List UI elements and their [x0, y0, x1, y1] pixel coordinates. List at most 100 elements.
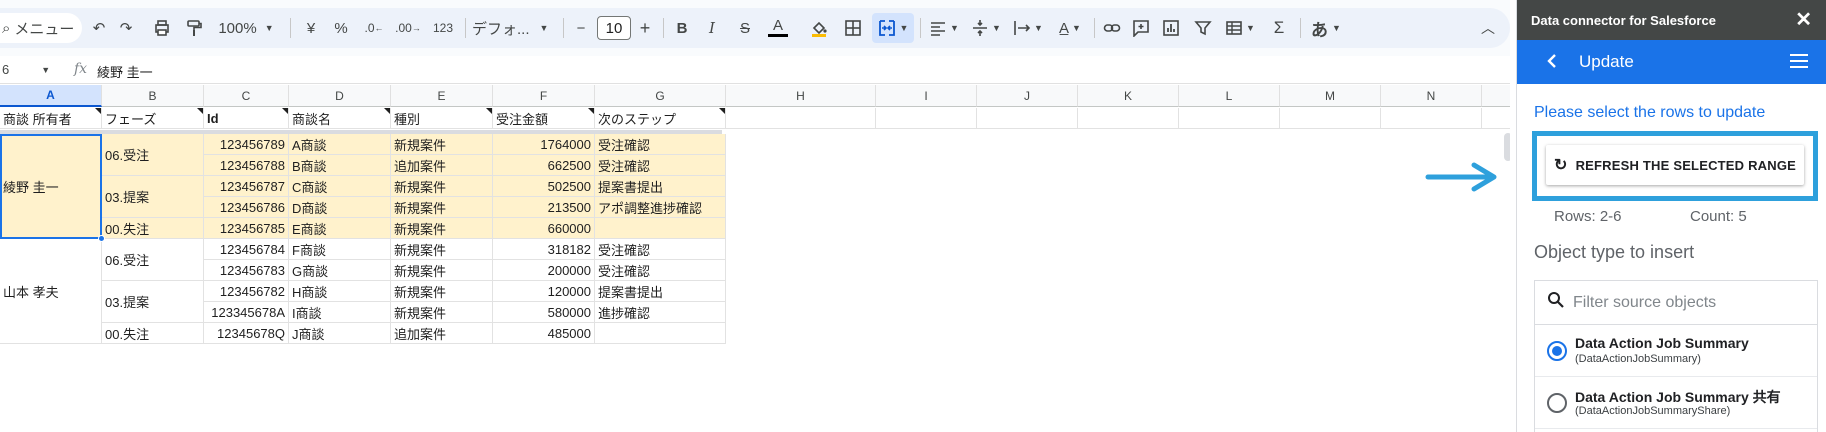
radio-selected[interactable] — [1547, 341, 1567, 361]
amount-cell[interactable]: 120000 — [493, 281, 595, 302]
name-cell[interactable]: F商談 — [289, 239, 391, 260]
amount-cell[interactable]: 660000 — [493, 218, 595, 239]
column-header-j[interactable]: J — [977, 85, 1078, 107]
phase-cell[interactable]: 00.失注 — [102, 323, 204, 344]
name-cell[interactable]: J商談 — [289, 323, 391, 344]
next-step-cell[interactable]: 受注確認 — [595, 260, 726, 281]
currency-format-button[interactable]: ¥ — [300, 8, 322, 48]
header-cell[interactable]: 次のステップ — [595, 108, 726, 129]
column-header-e[interactable]: E — [391, 85, 493, 107]
empty-cell[interactable] — [977, 108, 1078, 129]
fill-color-icon[interactable] — [806, 8, 832, 48]
empty-cell[interactable] — [1381, 108, 1482, 129]
amount-cell[interactable]: 213500 — [493, 197, 595, 218]
type-cell[interactable]: 新規案件 — [391, 281, 493, 302]
amount-cell[interactable]: 200000 — [493, 260, 595, 281]
menu-search[interactable]: ⌕ メニュー — [0, 13, 82, 43]
collapse-toolbar-icon[interactable]: ︿ — [1476, 8, 1500, 48]
empty-cell[interactable] — [1179, 108, 1280, 129]
decrease-font-size-button[interactable]: − — [570, 8, 592, 48]
refresh-range-button[interactable]: ↻ REFRESH THE SELECTED RANGE — [1546, 145, 1804, 185]
column-header-a[interactable]: A — [0, 85, 102, 107]
id-cell[interactable]: 123456787 — [204, 176, 289, 197]
id-cell[interactable]: 123456785 — [204, 218, 289, 239]
insert-comment-icon[interactable] — [1128, 8, 1154, 48]
id-cell[interactable]: 123456788 — [204, 155, 289, 176]
type-cell[interactable]: 新規案件 — [391, 239, 493, 260]
header-cell[interactable]: 商談 所有者 — [0, 108, 102, 129]
increase-decimal-button[interactable]: .00 → — [392, 8, 424, 48]
menu-icon[interactable] — [1790, 54, 1808, 72]
name-box[interactable]: 6 ▼ — [0, 62, 60, 77]
insert-chart-icon[interactable] — [1158, 8, 1184, 48]
close-icon[interactable]: ✕ — [1795, 10, 1812, 30]
header-cell[interactable]: 受注金額 — [493, 108, 595, 129]
empty-cell[interactable] — [726, 108, 876, 129]
input-tools-button[interactable]: あ ▼ — [1306, 8, 1346, 48]
next-step-cell[interactable]: 受注確認 — [595, 134, 726, 155]
more-formats-button[interactable]: 123 — [428, 8, 458, 48]
insert-link-icon[interactable] — [1099, 8, 1125, 48]
phase-cell[interactable]: 06.受注 — [102, 134, 204, 176]
id-cell[interactable]: 123456782 — [204, 281, 289, 302]
empty-cell[interactable] — [1482, 108, 1510, 129]
zoom-select[interactable]: 100% ▼ — [216, 8, 276, 48]
type-cell[interactable]: 新規案件 — [391, 260, 493, 281]
amount-cell[interactable]: 502500 — [493, 176, 595, 197]
column-header-m[interactable]: M — [1280, 85, 1381, 107]
amount-cell[interactable]: 1764000 — [493, 134, 595, 155]
filter-marker-icon[interactable] — [384, 108, 390, 114]
column-header-i[interactable]: I — [876, 85, 977, 107]
name-cell[interactable]: H商談 — [289, 281, 391, 302]
amount-cell[interactable]: 662500 — [493, 155, 595, 176]
type-cell[interactable]: 追加案件 — [391, 155, 493, 176]
text-rotation-button[interactable]: A̲ ▼ — [1052, 8, 1088, 48]
phase-cell[interactable]: 03.提案 — [102, 281, 204, 323]
amount-cell[interactable]: 580000 — [493, 302, 595, 323]
header-cell[interactable]: Id — [204, 108, 289, 129]
id-cell[interactable]: 123456789 — [204, 134, 289, 155]
decrease-decimal-button[interactable]: .0 ← — [360, 8, 388, 48]
id-cell[interactable]: 123456784 — [204, 239, 289, 260]
phase-cell[interactable]: 03.提案 — [102, 176, 204, 218]
type-cell[interactable]: 新規案件 — [391, 176, 493, 197]
name-cell[interactable]: C商談 — [289, 176, 391, 197]
strikethrough-button[interactable]: S — [733, 8, 757, 48]
amount-cell[interactable]: 485000 — [493, 323, 595, 344]
name-cell[interactable]: B商談 — [289, 155, 391, 176]
filter-icon[interactable] — [1190, 8, 1216, 48]
filter-marker-icon[interactable] — [486, 108, 492, 114]
column-header-h[interactable]: H — [726, 85, 876, 107]
text-color-button[interactable]: A — [765, 8, 791, 48]
print-icon[interactable] — [148, 8, 176, 48]
next-step-cell[interactable]: 提案書提出 — [595, 176, 726, 197]
owner-cell[interactable]: 山本 孝夫 — [0, 239, 102, 344]
redo-icon[interactable]: ↷ — [113, 8, 139, 48]
functions-icon[interactable]: Σ — [1266, 8, 1292, 48]
bold-button[interactable]: B — [670, 8, 694, 48]
name-cell[interactable]: E商談 — [289, 218, 391, 239]
next-step-cell[interactable]: 進捗確認 — [595, 302, 726, 323]
filter-views-button[interactable]: ▼ — [1222, 8, 1258, 48]
id-cell[interactable]: 123345678A — [204, 302, 289, 323]
horizontal-align-button[interactable]: ▼ — [926, 8, 962, 48]
header-cell[interactable]: フェーズ — [102, 108, 204, 129]
filter-marker-icon[interactable] — [588, 108, 594, 114]
undo-icon[interactable]: ↶ — [86, 8, 112, 48]
fill-handle[interactable] — [98, 235, 105, 242]
filter-source-input[interactable]: Filter source objects — [1535, 281, 1817, 325]
header-cell[interactable]: 種別 — [391, 108, 493, 129]
filter-marker-icon[interactable] — [197, 108, 203, 114]
next-step-cell[interactable]: 提案書提出 — [595, 281, 726, 302]
column-header-f[interactable]: F — [493, 85, 595, 107]
name-cell[interactable]: A商談 — [289, 134, 391, 155]
formula-input[interactable]: 綾野 圭一 — [97, 62, 153, 81]
filter-marker-icon[interactable] — [95, 108, 101, 114]
next-step-cell[interactable] — [595, 218, 726, 239]
column-header-k[interactable]: K — [1078, 85, 1179, 107]
text-wrap-button[interactable]: ▼ — [1010, 8, 1046, 48]
phase-cell[interactable]: 06.受注 — [102, 239, 204, 281]
column-header-n[interactable]: N — [1381, 85, 1482, 107]
amount-cell[interactable]: 318182 — [493, 239, 595, 260]
phase-cell[interactable]: 00.失注 — [102, 218, 204, 239]
